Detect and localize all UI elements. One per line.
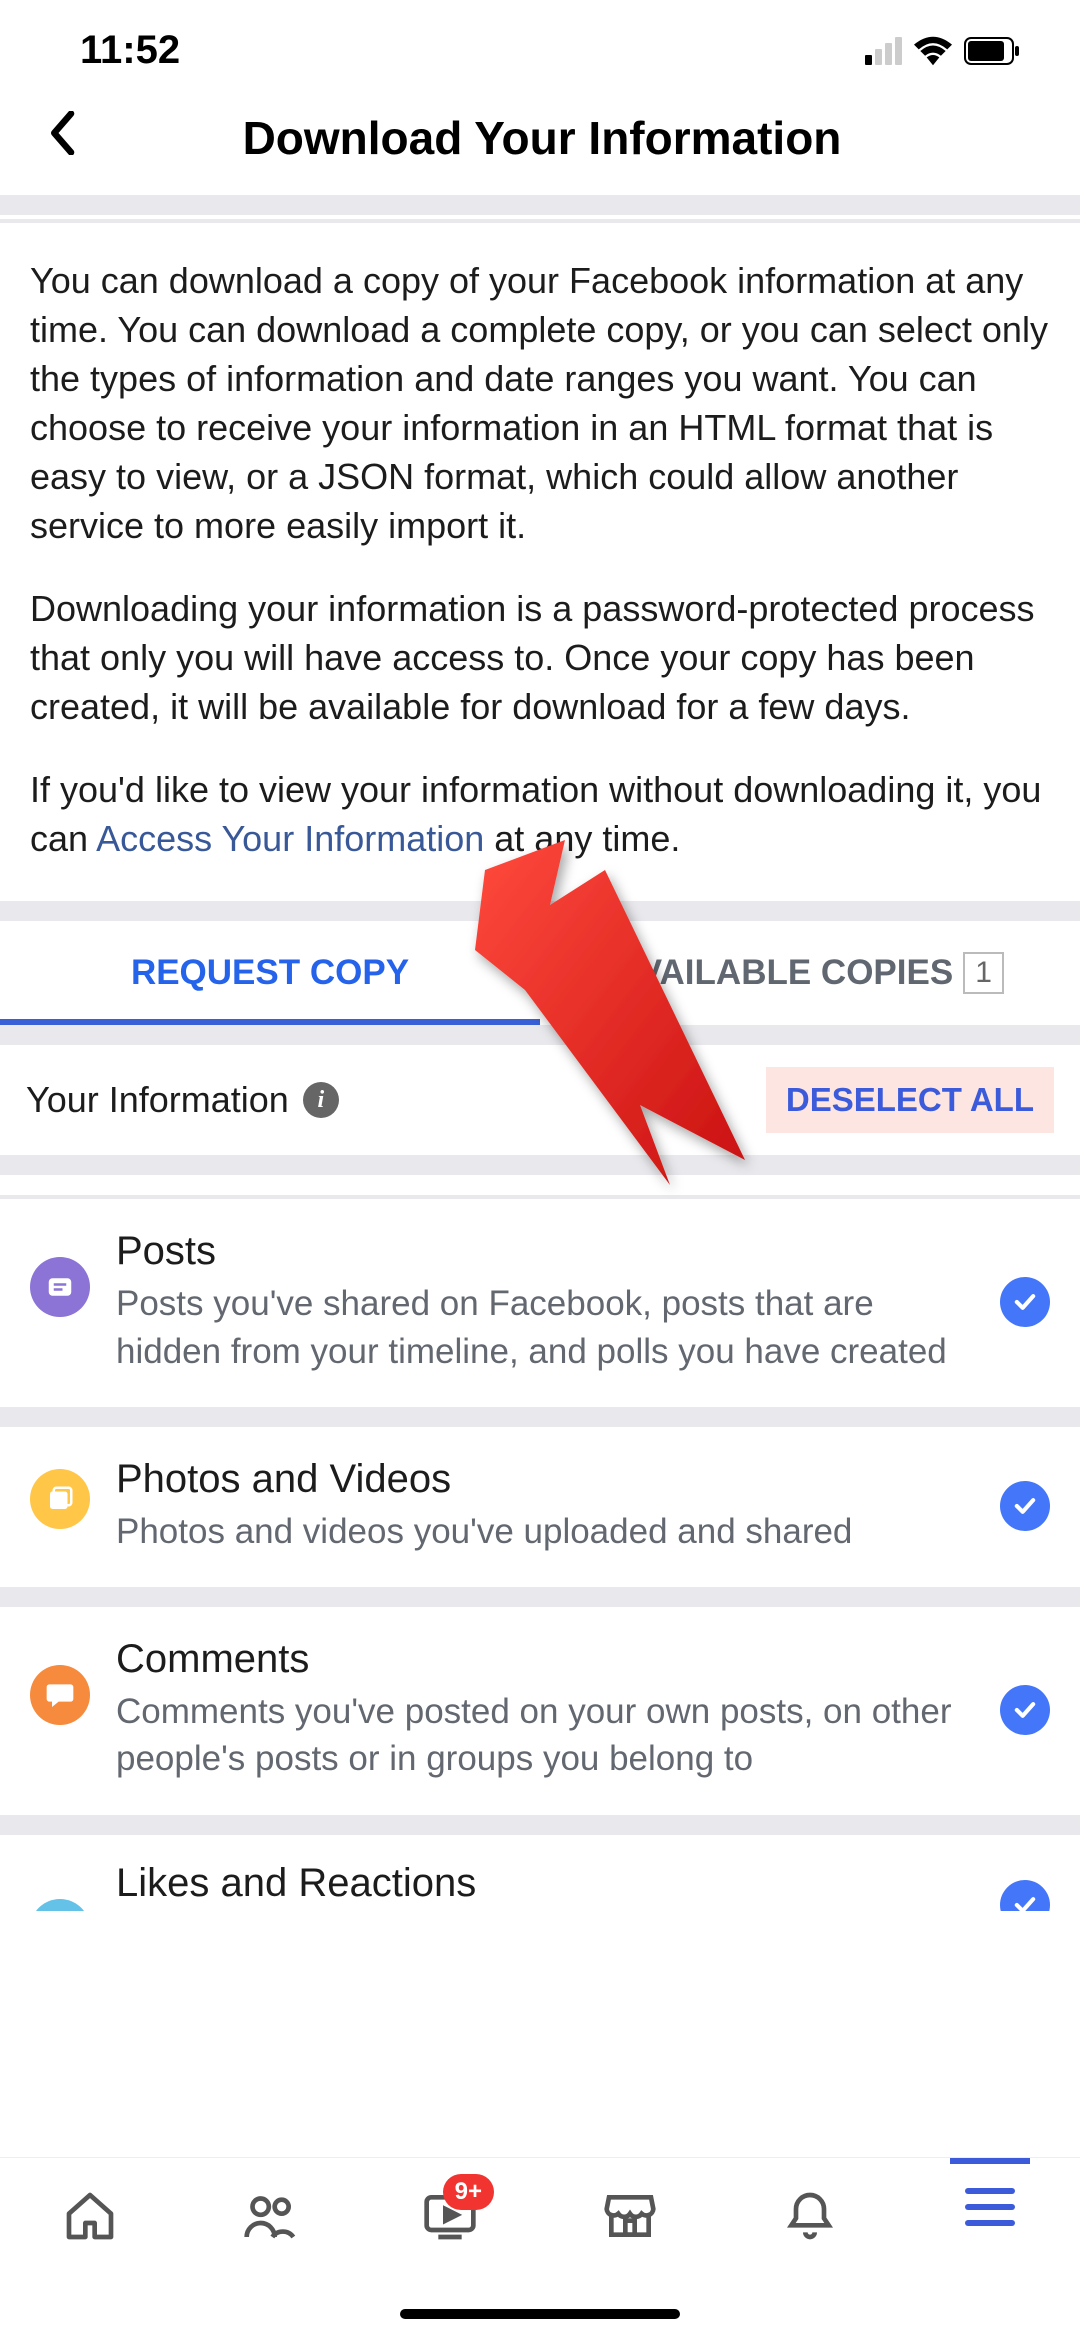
menu-icon	[965, 2188, 1015, 2226]
page-title: Download Your Information	[34, 111, 1050, 165]
check-icon	[1000, 1685, 1050, 1735]
intro-paragraph: Downloading your information is a passwo…	[30, 585, 1050, 732]
home-icon	[62, 2188, 118, 2244]
item-title: Photos and Videos	[116, 1457, 974, 1502]
divider	[0, 1587, 1080, 1607]
item-title: Posts	[116, 1229, 974, 1274]
divider	[0, 1025, 1080, 1045]
divider	[0, 1155, 1080, 1175]
item-title: Comments	[116, 1637, 974, 1682]
home-indicator	[400, 2309, 680, 2319]
status-time: 11:52	[80, 28, 180, 73]
comments-icon	[30, 1665, 90, 1725]
nav-notifications[interactable]	[760, 2188, 860, 2244]
wifi-icon	[914, 36, 952, 66]
divider	[0, 901, 1080, 921]
info-item-comments[interactable]: Comments Comments you've posted on your …	[0, 1607, 1080, 1815]
divider	[0, 1407, 1080, 1427]
divider	[0, 1815, 1080, 1835]
intro-text: You can download a copy of your Facebook…	[0, 223, 1080, 901]
nav-menu[interactable]	[940, 2188, 1040, 2226]
nav-home[interactable]	[40, 2188, 140, 2244]
intro-paragraph: If you'd like to view your information w…	[30, 766, 1050, 864]
item-title: Likes and Reactions	[116, 1861, 974, 1906]
nav-watch[interactable]: 9+	[400, 2188, 500, 2244]
deselect-all-button[interactable]: DESELECT ALL	[766, 1067, 1054, 1133]
photos-icon	[30, 1469, 90, 1529]
tab-request-copy[interactable]: REQUEST COPY	[0, 921, 540, 1025]
bell-icon	[782, 2188, 838, 2244]
info-item-likes[interactable]: Likes and Reactions	[0, 1835, 1080, 1911]
check-icon	[1000, 1481, 1050, 1531]
item-desc: Posts you've shared on Facebook, posts t…	[116, 1280, 974, 1375]
intro-paragraph: You can download a copy of your Facebook…	[30, 257, 1050, 551]
available-count: 1	[963, 952, 1004, 994]
section-header: Your Information i DESELECT ALL	[0, 1045, 1080, 1155]
info-icon[interactable]: i	[303, 1082, 339, 1118]
tab-available-copies[interactable]: AVAILABLE COPIES 1	[540, 921, 1080, 1025]
status-bar: 11:52	[0, 0, 1080, 93]
status-indicators	[865, 36, 1020, 66]
tabs: REQUEST COPY AVAILABLE COPIES 1	[0, 921, 1080, 1025]
nav-marketplace[interactable]	[580, 2188, 680, 2244]
bottom-nav: 9+	[0, 2157, 1080, 2337]
cellular-icon	[865, 37, 902, 65]
info-item-posts[interactable]: Posts Posts you've shared on Facebook, p…	[0, 1199, 1080, 1407]
battery-icon	[964, 37, 1020, 65]
section-title: Your Information	[26, 1079, 289, 1121]
nav-badge: 9+	[443, 2174, 494, 2210]
friends-icon	[242, 2188, 298, 2244]
item-desc: Comments you've posted on your own posts…	[116, 1688, 974, 1783]
divider	[0, 195, 1080, 215]
likes-icon	[30, 1899, 90, 1911]
active-indicator	[950, 2158, 1030, 2164]
check-icon	[1000, 1880, 1050, 1911]
nav-friends[interactable]	[220, 2188, 320, 2244]
posts-icon	[30, 1257, 90, 1317]
item-desc: Photos and videos you've uploaded and sh…	[116, 1508, 974, 1555]
app-header: Download Your Information	[0, 93, 1080, 195]
info-item-photos[interactable]: Photos and Videos Photos and videos you'…	[0, 1427, 1080, 1587]
check-icon	[1000, 1277, 1050, 1327]
access-info-link[interactable]: Access Your Information	[96, 818, 484, 859]
marketplace-icon	[602, 2188, 658, 2244]
